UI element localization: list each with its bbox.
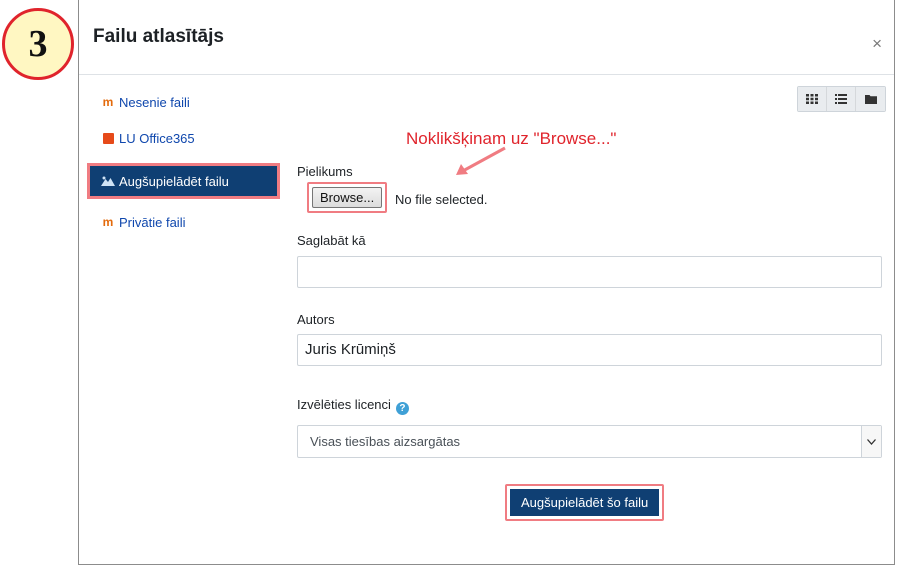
grid-icon[interactable] <box>798 87 827 111</box>
moodle-icon: m <box>102 95 114 109</box>
repository-sidebar: m Nesenie faili LU Office365 Augšupielād… <box>87 88 280 233</box>
file-picker-dialog: Failu atlasītājs × m Nesenie faili LU Of… <box>78 0 895 565</box>
license-label: Izvēlēties licenci <box>297 397 391 412</box>
license-select[interactable]: Visas tiesības aizsargātas <box>297 425 882 458</box>
help-icon[interactable]: ? <box>395 402 409 415</box>
browse-button[interactable]: Browse... <box>312 187 383 208</box>
save-as-input[interactable] <box>297 256 882 288</box>
no-file-text: No file selected. <box>395 192 488 207</box>
sidebar-item-upload-file[interactable]: Augšupielādēt failu <box>87 163 280 199</box>
upload-icon <box>100 175 116 187</box>
office365-icon <box>100 132 116 144</box>
author-label: Autors <box>297 312 335 327</box>
step-number-badge: 3 <box>2 8 74 80</box>
sidebar-item-label: LU Office365 <box>119 130 195 146</box>
dialog-title: Failu atlasītājs <box>93 26 224 47</box>
sidebar-item-recent-files[interactable]: m Nesenie faili <box>87 91 280 113</box>
upload-file-button[interactable]: Augšupielādēt šo failu <box>510 489 660 516</box>
attachment-label: Pielikums <box>297 164 353 179</box>
annotation-arrow-icon <box>456 146 506 175</box>
sidebar-item-private-files[interactable]: m Privātie faili <box>87 211 280 233</box>
view-toggle <box>797 86 886 112</box>
chevron-down-icon <box>861 426 881 457</box>
folder-icon[interactable] <box>856 87 885 111</box>
browse-highlight: Browse... <box>307 182 388 213</box>
author-input[interactable]: Juris Krūmiņš <box>297 334 882 366</box>
dialog-header: Failu atlasītājs × <box>79 0 894 75</box>
sidebar-item-label: Augšupielādēt failu <box>119 173 229 189</box>
close-button[interactable]: × <box>872 34 882 54</box>
license-select-value: Visas tiesības aizsargātas <box>310 434 461 449</box>
moodle-icon: m <box>102 215 114 229</box>
sidebar-item-label: Nesenie faili <box>119 94 190 110</box>
list-icon[interactable] <box>827 87 856 111</box>
save-as-label: Saglabāt kā <box>297 233 366 248</box>
sidebar-item-office365[interactable]: LU Office365 <box>87 127 280 149</box>
license-label-row: Izvēlēties licenci? <box>297 397 409 415</box>
sidebar-item-label: Privātie faili <box>119 214 186 230</box>
upload-highlight: Augšupielādēt šo failu <box>505 484 665 521</box>
